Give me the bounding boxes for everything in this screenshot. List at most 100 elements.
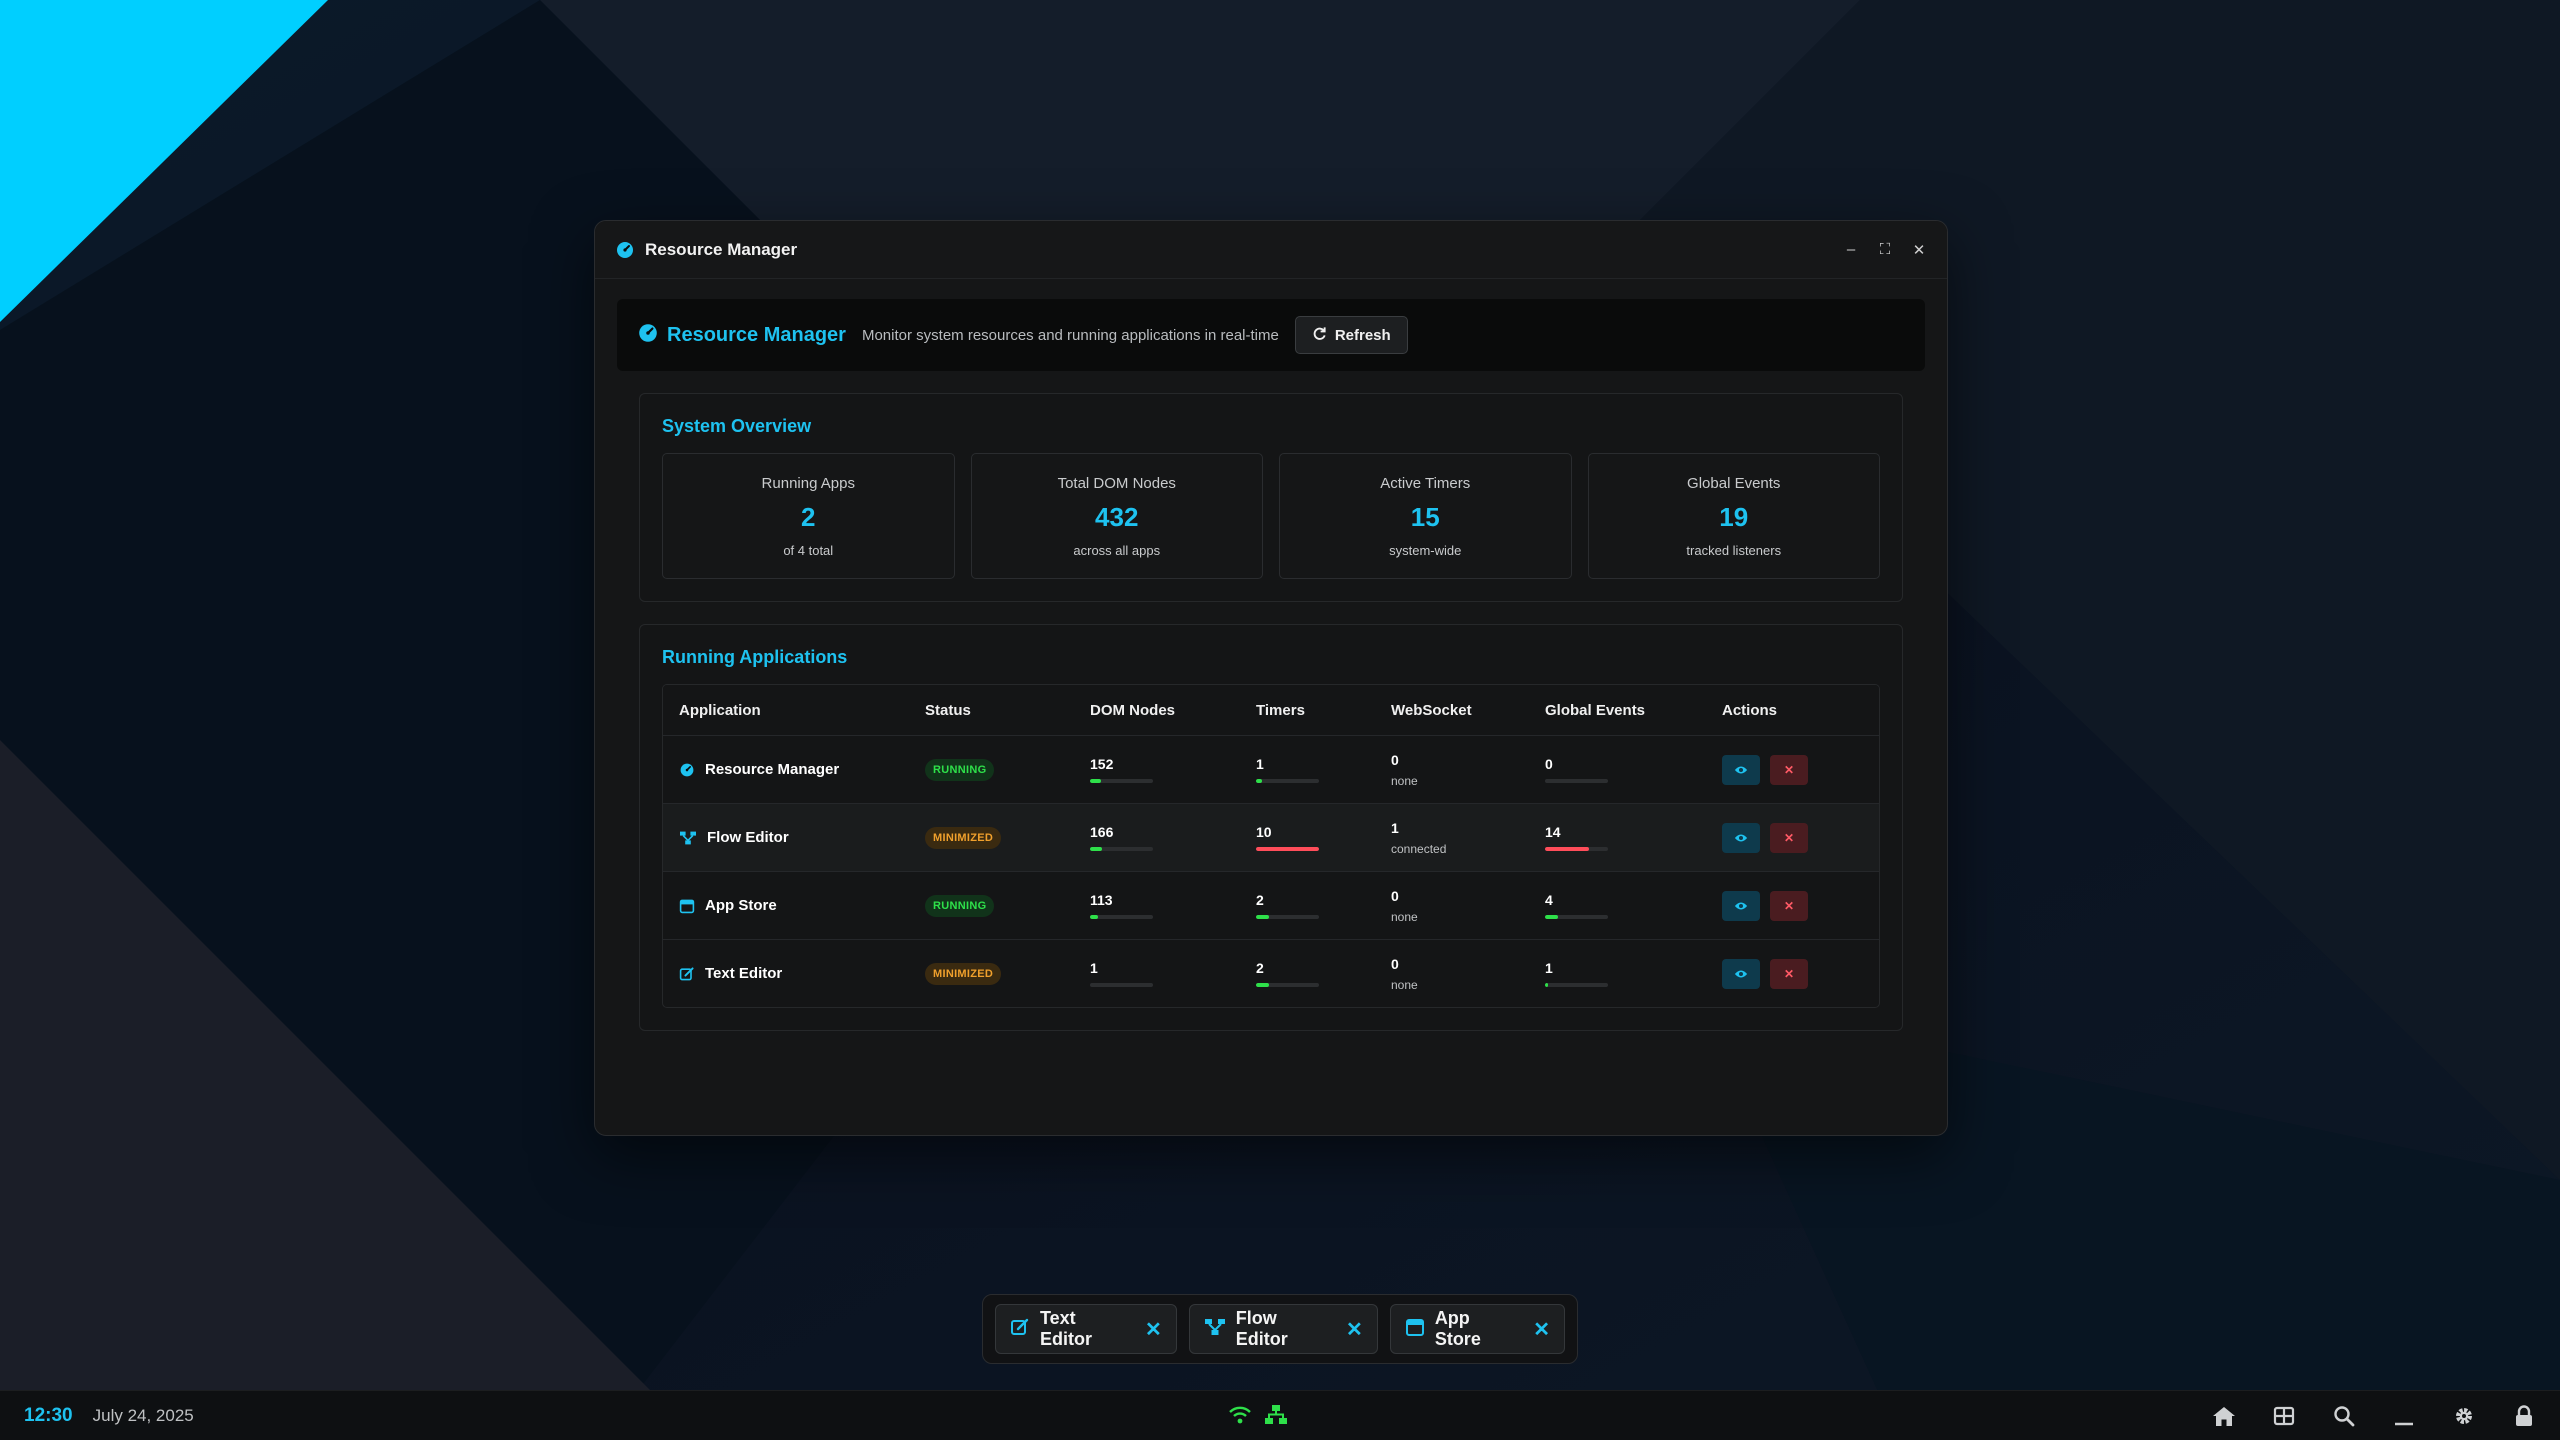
usage-bar-fill: [1256, 847, 1319, 851]
eye-icon: [1734, 900, 1748, 912]
app-name: Resource Manager: [705, 761, 840, 778]
app-brand-title: Resource Manager: [667, 323, 846, 346]
websocket-value: 0: [1391, 751, 1399, 768]
edit-icon: [679, 966, 695, 982]
window-title: Resource Manager: [645, 239, 798, 259]
close-app-button[interactable]: ✕: [1770, 958, 1808, 989]
dock-item-flow-editor[interactable]: Flow Editor ✕: [1188, 1304, 1378, 1354]
eye-icon: [1734, 968, 1748, 980]
status-badge: RUNNING: [925, 894, 995, 917]
usage-bar-fill: [1545, 983, 1549, 987]
table-row[interactable]: App Store RUNNING 113 2 0 none 4 ✕: [663, 871, 1879, 939]
status-badge: RUNNING: [925, 758, 995, 781]
window-titlebar[interactable]: Resource Manager – ⛶ ✕: [595, 221, 1947, 279]
usage-bar: [1545, 847, 1608, 851]
websocket-status: connected: [1391, 841, 1447, 856]
view-app-button[interactable]: [1722, 890, 1760, 921]
stat-value: 2: [801, 501, 816, 532]
table-row[interactable]: Text Editor MINIMIZED 1 2 0 none 1 ✕: [663, 939, 1879, 1007]
stat-label: Active Timers: [1380, 474, 1471, 492]
dom-nodes-value: 166: [1090, 824, 1114, 840]
view-app-button[interactable]: [1722, 754, 1760, 785]
app-name: App Store: [705, 897, 777, 914]
column-header: Application: [679, 701, 761, 719]
table-row[interactable]: Resource Manager RUNNING 152 1 0 none 0 ✕: [663, 735, 1879, 803]
minimized-apps-dock: Text Editor ✕ Flow Editor ✕ App Store ✕: [982, 1294, 1578, 1364]
stat-card-global-events: Global Events 19 tracked listeners: [1587, 453, 1880, 579]
settings-icon[interactable]: [2452, 1404, 2476, 1428]
app-header: Resource Manager Monitor system resource…: [617, 299, 1925, 371]
column-header: Timers: [1256, 701, 1305, 719]
network-icon[interactable]: [1264, 1403, 1288, 1427]
minimize-all-icon[interactable]: [2392, 1404, 2416, 1428]
apps-table: Application Status DOM Nodes Timers WebS…: [662, 684, 1880, 1008]
flow-icon: [679, 830, 697, 846]
close-app-button[interactable]: ✕: [1770, 822, 1808, 853]
view-app-button[interactable]: [1722, 822, 1760, 853]
global-events-value: 14: [1545, 824, 1561, 840]
websocket-status: none: [1391, 909, 1418, 924]
dom-nodes-value: 113: [1090, 892, 1113, 908]
stat-card-active-timers: Active Timers 15 system-wide: [1279, 453, 1572, 579]
flow-icon: [1204, 1317, 1226, 1342]
refresh-label: Refresh: [1334, 326, 1391, 344]
usage-bar: [1090, 847, 1153, 851]
usage-bar: [1256, 847, 1319, 851]
status-badge: MINIMIZED: [925, 962, 1002, 985]
websocket-value: 0: [1391, 955, 1399, 972]
websocket-status: none: [1391, 773, 1418, 788]
close-icon[interactable]: ✕: [1346, 1317, 1363, 1342]
stat-card-running-apps: Running Apps 2 of 4 total: [662, 453, 955, 579]
close-icon[interactable]: ✕: [1145, 1317, 1162, 1342]
app-name: Flow Editor: [707, 829, 789, 846]
close-button[interactable]: ✕: [1911, 242, 1927, 259]
grid-icon[interactable]: [2272, 1404, 2296, 1428]
minimize-button[interactable]: –: [1843, 241, 1859, 258]
close-icon[interactable]: ✕: [1533, 1317, 1550, 1342]
table-row[interactable]: Flow Editor MINIMIZED 166 10 1 connected 14 ✕: [663, 803, 1879, 871]
usage-bar: [1545, 779, 1608, 783]
usage-bar-fill: [1256, 915, 1269, 919]
eye-icon: [1734, 832, 1748, 844]
usage-bar: [1256, 915, 1319, 919]
column-header: Global Events: [1545, 701, 1646, 719]
timers-value: 1: [1256, 756, 1264, 772]
app-name: Text Editor: [705, 965, 783, 982]
stat-sub: tracked listeners: [1686, 542, 1782, 558]
close-app-button[interactable]: ✕: [1770, 890, 1808, 921]
search-icon[interactable]: [2332, 1404, 2356, 1428]
close-app-button[interactable]: ✕: [1770, 754, 1808, 785]
global-events-value: 4: [1545, 892, 1553, 908]
home-icon[interactable]: [2212, 1404, 2236, 1428]
stat-label: Running Apps: [761, 474, 855, 492]
dock-item-label: App Store: [1434, 1308, 1481, 1349]
global-events-value: 1: [1545, 960, 1553, 976]
usage-bar-fill: [1256, 983, 1269, 987]
view-app-button[interactable]: [1722, 958, 1760, 989]
usage-bar: [1090, 915, 1153, 919]
timers-value: 10: [1256, 824, 1272, 840]
global-events-value: 0: [1545, 756, 1553, 772]
stat-label: Global Events: [1687, 474, 1781, 492]
taskbar-date: July 24, 2025: [92, 1405, 194, 1425]
table-header-row: Application Status DOM Nodes Timers WebS…: [663, 685, 1879, 735]
usage-bar-fill: [1545, 847, 1590, 851]
usage-bar: [1090, 779, 1153, 783]
dock-item-app-store[interactable]: App Store ✕: [1389, 1304, 1565, 1354]
usage-bar: [1256, 983, 1319, 987]
dock-item-text-editor[interactable]: Text Editor ✕: [995, 1304, 1177, 1354]
system-overview-title: System Overview: [662, 416, 812, 436]
store-icon: [1405, 1317, 1425, 1342]
resource-manager-window: Resource Manager – ⛶ ✕ Resource Manager …: [594, 220, 1948, 1136]
refresh-button[interactable]: Refresh: [1294, 316, 1408, 354]
wifi-icon[interactable]: [1228, 1403, 1252, 1427]
usage-bar-fill: [1545, 915, 1558, 919]
refresh-icon: [1312, 326, 1327, 345]
dom-nodes-value: 152: [1090, 756, 1114, 772]
usage-bar: [1090, 983, 1153, 987]
taskbar-clock: 12:30: [24, 1404, 73, 1426]
column-header: Status: [925, 701, 971, 719]
maximize-button[interactable]: ⛶: [1877, 241, 1893, 258]
lock-icon[interactable]: [2512, 1404, 2536, 1428]
dock-item-label: Text Editor: [1040, 1308, 1092, 1349]
